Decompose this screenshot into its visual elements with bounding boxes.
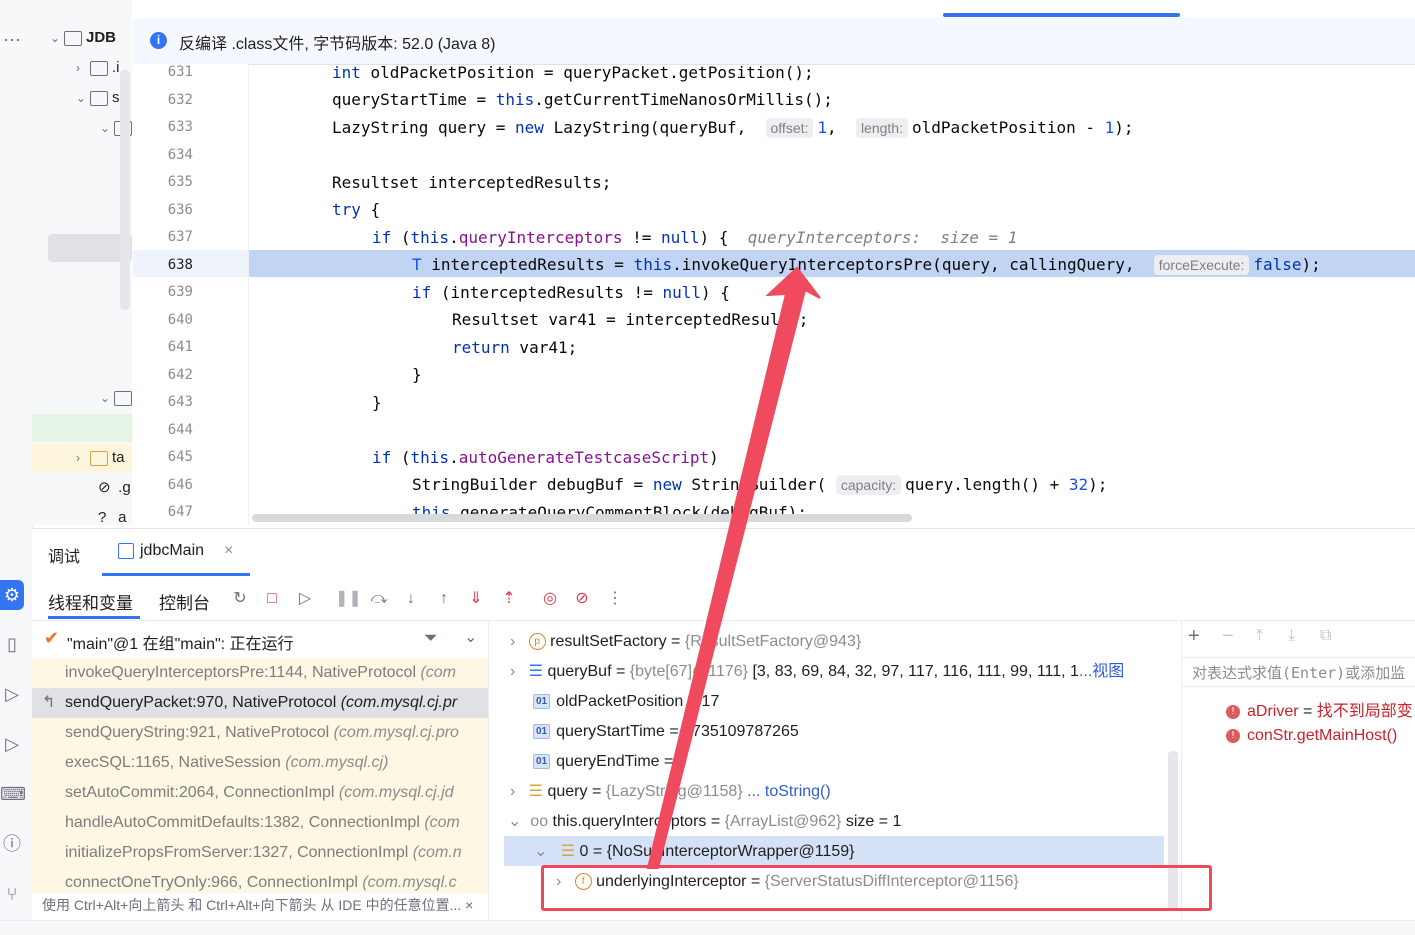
annotation-arrow — [646, 266, 821, 869]
arrow-shape — [646, 266, 821, 869]
